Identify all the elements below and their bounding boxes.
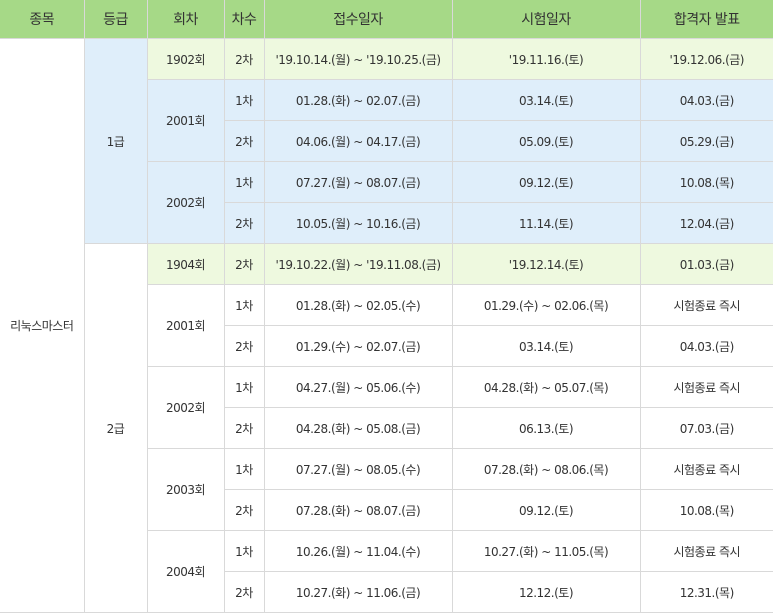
result-cell: 12.31.(목) bbox=[639, 571, 773, 613]
result-cell: 10.08.(목) bbox=[639, 489, 773, 531]
registration-cell: 10.26.(월) ~ 11.04.(수) bbox=[263, 530, 453, 572]
round-cell: 2001회 bbox=[147, 284, 225, 367]
exam-cell: 12.12.(토) bbox=[451, 571, 641, 613]
exam-cell: 03.14.(토) bbox=[451, 79, 641, 121]
seq-cell: 2차 bbox=[224, 407, 265, 449]
seq-cell: 1차 bbox=[223, 448, 265, 490]
exam-cell: 11.14.(토) bbox=[451, 202, 641, 244]
round-cell: 2003회 bbox=[147, 448, 225, 531]
round-cell: 2001회 bbox=[147, 79, 225, 162]
registration-cell: 01.29.(수) ~ 02.07.(금) bbox=[263, 325, 453, 367]
result-cell: 04.03.(금) bbox=[639, 325, 773, 367]
result-cell: 시험종료 즉시 bbox=[639, 530, 773, 572]
registration-cell: 01.28.(화) ~ 02.07.(금) bbox=[263, 79, 453, 121]
header-grade: 등급 bbox=[83, 0, 148, 39]
seq-cell: 1차 bbox=[223, 530, 265, 572]
exam-cell: 09.12.(토) bbox=[451, 161, 641, 203]
registration-cell: 07.27.(월) ~ 08.05.(수) bbox=[263, 448, 453, 490]
round-cell: 2002회 bbox=[147, 366, 225, 449]
registration-cell: '19.10.14.(월) ~ '19.10.25.(금) bbox=[263, 38, 453, 80]
seq-cell: 1차 bbox=[223, 366, 265, 408]
seq-cell: 2차 bbox=[224, 325, 265, 367]
result-cell: 07.03.(금) bbox=[639, 407, 773, 449]
result-cell: 12.04.(금) bbox=[639, 202, 773, 244]
subject-cell: 리눅스마스터 bbox=[0, 38, 85, 613]
round-cell: 1902회 bbox=[146, 38, 225, 80]
header-row: 종목 등급 회차 차수 접수일자 시험일자 합격자 발표 bbox=[0, 0, 773, 39]
result-cell: 04.03.(금) bbox=[639, 79, 773, 121]
header-seq: 차수 bbox=[223, 0, 265, 39]
seq-cell: 2차 bbox=[223, 243, 265, 285]
exam-cell: 06.13.(토) bbox=[451, 407, 641, 449]
seq-cell: 1차 bbox=[223, 161, 265, 203]
round-cell: 2002회 bbox=[147, 161, 225, 244]
result-cell: 시험종료 즉시 bbox=[639, 448, 773, 490]
grade-cell-1: 1급 bbox=[83, 38, 148, 244]
header-subject: 종목 bbox=[0, 0, 85, 39]
seq-cell: 2차 bbox=[223, 38, 265, 80]
registration-cell: 10.05.(월) ~ 10.16.(금) bbox=[263, 202, 453, 244]
grade-cell-2: 2급 bbox=[84, 243, 148, 613]
result-cell: 10.08.(목) bbox=[639, 161, 773, 203]
exam-cell: 09.12.(토) bbox=[451, 489, 641, 531]
registration-cell: '19.10.22.(월) ~ '19.11.08.(금) bbox=[263, 243, 453, 285]
exam-cell: 03.14.(토) bbox=[451, 325, 641, 367]
exam-cell: 01.29.(수) ~ 02.06.(목) bbox=[451, 284, 641, 326]
registration-cell: 07.27.(월) ~ 08.07.(금) bbox=[263, 161, 453, 203]
seq-cell: 1차 bbox=[223, 79, 265, 121]
exam-schedule-table: 종목 등급 회차 차수 접수일자 시험일자 합격자 발표 리눅스마스터 1급 1… bbox=[0, 0, 773, 613]
header-exam-date: 시험일자 bbox=[451, 0, 641, 39]
seq-cell: 2차 bbox=[224, 120, 265, 162]
result-cell: 시험종료 즉시 bbox=[639, 366, 773, 408]
result-cell: 01.03.(금) bbox=[639, 243, 773, 285]
registration-cell: 04.28.(화) ~ 05.08.(금) bbox=[263, 407, 453, 449]
exam-cell: '19.11.16.(토) bbox=[451, 38, 641, 80]
table-row: 리눅스마스터 1급 1902회 2차 '19.10.14.(월) ~ '19.1… bbox=[0, 38, 773, 613]
exam-cell: 04.28.(화) ~ 05.07.(목) bbox=[451, 366, 641, 408]
registration-cell: 10.27.(화) ~ 11.06.(금) bbox=[263, 571, 453, 613]
seq-cell: 1차 bbox=[223, 284, 265, 326]
table-row: 2급 1904회 2차 '19.10.22.(월) ~ '19.11.08.(금… bbox=[0, 243, 773, 613]
result-cell: 시험종료 즉시 bbox=[639, 284, 773, 326]
seq-cell: 2차 bbox=[224, 571, 265, 613]
round-cell: 1904회 bbox=[146, 243, 225, 285]
result-cell: 05.29.(금) bbox=[639, 120, 773, 162]
exam-cell: '19.12.14.(토) bbox=[451, 243, 641, 285]
registration-cell: 01.28.(화) ~ 02.05.(수) bbox=[263, 284, 453, 326]
registration-cell: 07.28.(화) ~ 08.07.(금) bbox=[263, 489, 453, 531]
seq-cell: 2차 bbox=[224, 489, 265, 531]
header-round: 회차 bbox=[146, 0, 225, 39]
exam-cell: 05.09.(토) bbox=[451, 120, 641, 162]
registration-cell: 04.27.(월) ~ 05.06.(수) bbox=[263, 366, 453, 408]
result-cell: '19.12.06.(금) bbox=[639, 38, 773, 80]
header-registration-date: 접수일자 bbox=[263, 0, 453, 39]
round-cell: 2004회 bbox=[147, 530, 225, 613]
exam-cell: 07.28.(화) ~ 08.06.(목) bbox=[451, 448, 641, 490]
header-result-announcement: 합격자 발표 bbox=[639, 0, 773, 39]
exam-cell: 10.27.(화) ~ 11.05.(목) bbox=[451, 530, 641, 572]
registration-cell: 04.06.(월) ~ 04.17.(금) bbox=[263, 120, 453, 162]
seq-cell: 2차 bbox=[224, 202, 265, 244]
